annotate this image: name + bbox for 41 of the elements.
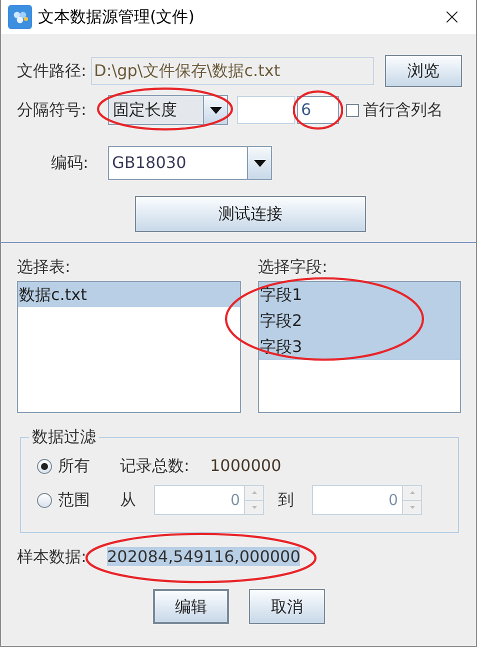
- spin-up-icon[interactable]: [410, 491, 414, 494]
- radio-button[interactable]: [37, 458, 52, 474]
- field-label: 分隔符号:: [17, 99, 88, 121]
- radio-label: 所有: [58, 455, 91, 477]
- field-list[interactable]: 字段1 字段2 字段3: [258, 281, 461, 413]
- radio-button[interactable]: [37, 492, 52, 508]
- from-label: 从: [120, 489, 137, 511]
- radio-label: 范围: [58, 489, 91, 511]
- spin-down-icon[interactable]: [252, 506, 256, 509]
- checkbox-label: 首行含列名: [363, 99, 443, 121]
- spin-down-icon[interactable]: [410, 506, 414, 509]
- field-label: 样本数据:: [17, 546, 88, 568]
- to-label: 到: [278, 489, 295, 511]
- header-checkbox[interactable]: [346, 104, 359, 116]
- list-item[interactable]: 数据c.txt: [18, 282, 240, 307]
- dropdown-arrow-icon: [210, 106, 222, 114]
- spin-up-icon[interactable]: [252, 491, 256, 494]
- record-count-label: 记录总数:: [120, 455, 190, 477]
- list-item[interactable]: 字段1: [259, 282, 460, 308]
- browse-button[interactable]: 浏览: [385, 55, 462, 87]
- list-item[interactable]: 字段2: [259, 308, 460, 334]
- dialog-button[interactable]: 取消: [249, 589, 325, 624]
- dialog-button[interactable]: 编辑: [153, 589, 229, 624]
- text-field[interactable]: [237, 96, 295, 124]
- table-list[interactable]: 数据c.txt: [17, 281, 241, 413]
- dropdown-arrow-icon: [254, 160, 266, 166]
- encoding-dropdown[interactable]: GB18030: [108, 146, 272, 180]
- field-label: 文件路径:: [17, 60, 88, 82]
- list-label: 选择字段:: [258, 257, 328, 277]
- field-label: 编码:: [51, 152, 90, 174]
- length-field[interactable]: 6: [297, 96, 339, 124]
- window-title: 文本数据源管理(文件): [38, 6, 194, 28]
- file-path-field[interactable]: D:\gp\文件保存\数据c.txt: [91, 57, 374, 85]
- test-connection-button[interactable]: 测试连接: [135, 196, 366, 232]
- group-title: 数据过滤: [31, 426, 97, 448]
- record-count-value: 1000000: [210, 455, 282, 477]
- sample-data-text: 202084,549116,000000: [107, 546, 300, 566]
- separator-dropdown[interactable]: 固定长度: [108, 95, 228, 125]
- list-label: 选择表:: [17, 257, 72, 277]
- list-item[interactable]: 字段3: [259, 334, 460, 360]
- app-logo-icon: [8, 5, 32, 29]
